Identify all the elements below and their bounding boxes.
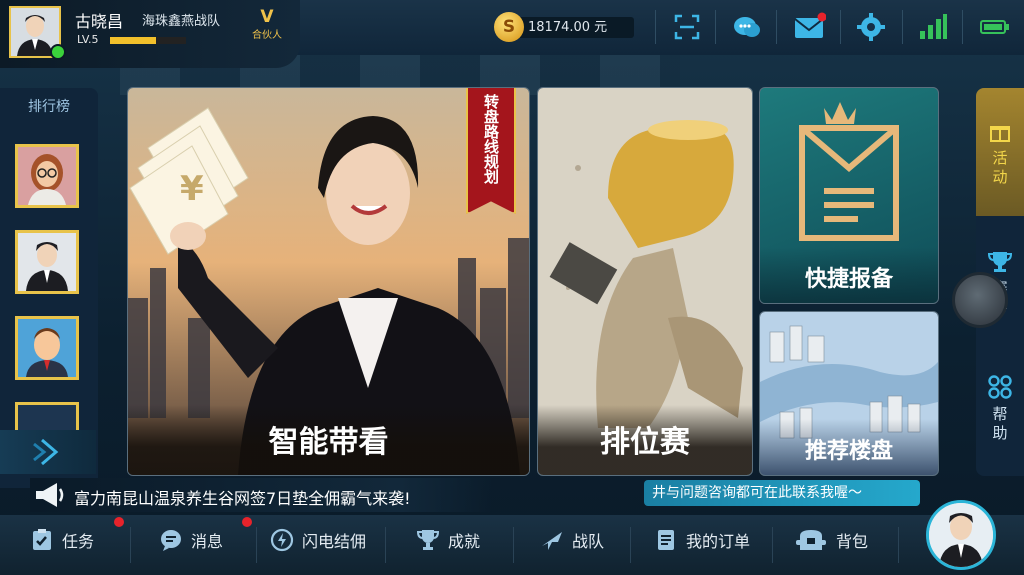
nav-item-achievements[interactable]: 成就 [416, 528, 480, 562]
smart-viewing-card[interactable]: ¥ 转盘路线规划 智能带看 [127, 87, 530, 476]
jet-icon [542, 532, 562, 550]
sidebar-item-activity[interactable]: 活动 [976, 120, 1024, 187]
ranking-avatar[interactable] [15, 144, 79, 208]
signal-icon [920, 14, 947, 39]
card-label-area: 快捷报备 [760, 247, 938, 303]
woman-glasses-icon [18, 147, 76, 205]
nav-item-label: 闪电结佣 [302, 532, 367, 551]
vip-mark: V [260, 7, 274, 27]
nav-item-label: 消息 [191, 532, 224, 551]
floating-assist-button[interactable] [952, 272, 1008, 328]
card-label-area: 推荐楼盘 [760, 419, 938, 475]
customer-service-avatar[interactable] [926, 500, 996, 570]
message-icon [161, 530, 181, 551]
gift-icon [990, 126, 1010, 142]
notification-badge [114, 517, 124, 527]
divider [385, 527, 386, 563]
balance-value: 18174.00 元 [518, 17, 634, 38]
ranking-avatar[interactable] [15, 316, 79, 380]
trophy-icon [987, 252, 1013, 272]
divider [715, 10, 716, 44]
divider [902, 10, 903, 44]
divider [630, 527, 631, 563]
lightning-coin-icon [270, 528, 294, 552]
nav-item-backpack[interactable]: 背包 [794, 528, 868, 562]
team-name: 海珠鑫燕战队 [142, 14, 221, 29]
divider [840, 10, 841, 44]
chat-icon[interactable] [732, 12, 762, 42]
route-planning-ribbon[interactable]: 转盘路线规划 [466, 88, 516, 214]
nav-item-my-orders[interactable]: 我的订单 [654, 528, 750, 562]
ribbon-label: 转盘路线规划 [482, 94, 500, 184]
trophy-icon [416, 530, 440, 550]
nav-item-label: 成就 [448, 532, 481, 551]
nav-item-team[interactable]: 战队 [540, 528, 604, 562]
sidebar-item-label: 帮助 [992, 405, 1008, 442]
divider [513, 527, 514, 563]
chevron-right-icon [33, 438, 59, 466]
sidebar-item-label: 活动 [992, 149, 1008, 186]
level-progress-bar [110, 37, 186, 44]
man-portrait-icon [929, 503, 993, 567]
ranking-avatar[interactable] [15, 402, 79, 430]
backpack-icon [796, 530, 826, 550]
ranking-avatar[interactable] [15, 230, 79, 294]
card-label-area: 排位赛 [538, 405, 752, 475]
card-label: 快捷报备 [804, 267, 893, 292]
megaphone-icon [36, 483, 64, 507]
notification-badge [242, 517, 252, 527]
partner-badge[interactable]: V 合伙人 [252, 8, 282, 41]
announcement-marquee[interactable]: 富力南昆山温泉养生谷网签7日垫全佣霸气来袭! [30, 478, 492, 512]
nav-item-label: 我的订单 [686, 532, 751, 551]
ranked-match-card[interactable]: 排位赛 [537, 87, 753, 476]
divider [898, 527, 899, 563]
bottom-navigation [0, 515, 1024, 575]
coin-icon: S [494, 12, 524, 42]
man-suit-icon [18, 233, 76, 291]
ranking-title[interactable]: 排行榜 [0, 96, 98, 116]
recommended-property-card[interactable]: 推荐楼盘 [759, 311, 939, 476]
vip-label: 合伙人 [252, 30, 282, 41]
card-label-area: 智能带看 [128, 405, 529, 475]
online-status-dot [50, 44, 66, 60]
mail-icon[interactable] [794, 12, 826, 42]
settings-icon[interactable] [856, 12, 886, 42]
quick-report-card[interactable]: 快捷报备 [759, 87, 939, 304]
ranking-expand-button[interactable] [0, 430, 96, 474]
username: 古晓昌 [75, 12, 124, 31]
level-progress-fill [110, 37, 156, 44]
avatar-placeholder [18, 405, 76, 430]
divider [776, 10, 777, 44]
divider [130, 527, 131, 563]
announcement-text: 富力南昆山温泉养生谷网签7日垫全佣霸气来袭! [74, 489, 411, 508]
nav-item-instant-commission[interactable]: 闪电结佣 [270, 528, 366, 562]
grid-icon [988, 375, 1012, 399]
card-label: 推荐楼盘 [804, 439, 893, 464]
battery-icon [980, 20, 1009, 34]
divider [962, 10, 963, 44]
customer-service-tip[interactable]: 井与问题咨询都可在此联系我喔～ [644, 480, 920, 506]
divider [256, 527, 257, 563]
divider [655, 10, 656, 44]
cartoon-man-icon [18, 319, 76, 377]
task-icon [33, 529, 51, 550]
card-label: 排位赛 [600, 425, 690, 460]
divider [772, 527, 773, 563]
yen-sign: ¥ [180, 169, 204, 209]
card-label: 智能带看 [268, 425, 389, 460]
level-label: LV.5 [77, 33, 99, 46]
scan-icon[interactable] [672, 12, 702, 42]
sidebar-item-help[interactable]: 帮助 [976, 374, 1024, 443]
nav-item-tasks[interactable]: 任务 [30, 528, 94, 562]
nav-item-label: 背包 [836, 532, 869, 551]
nav-item-messages[interactable]: 消息 [159, 528, 223, 562]
order-icon [658, 530, 674, 550]
nav-item-label: 任务 [62, 532, 95, 551]
nav-item-label: 战队 [572, 532, 605, 551]
